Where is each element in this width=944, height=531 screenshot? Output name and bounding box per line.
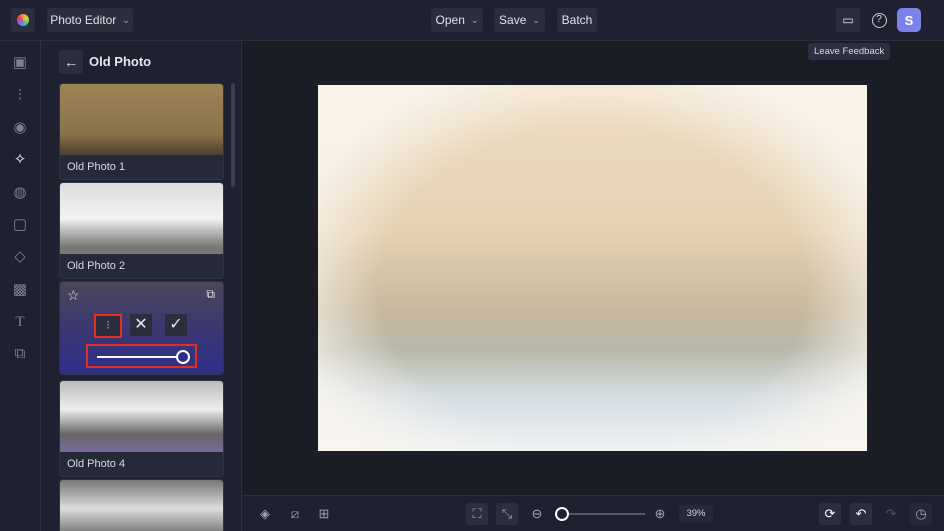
effects-icon[interactable]: ✧ bbox=[10, 150, 30, 170]
arrow-left-icon: ← bbox=[64, 54, 78, 70]
undo-icon[interactable]: ↶ bbox=[850, 503, 872, 525]
effect-card[interactable]: Old Photo 4 bbox=[59, 380, 224, 477]
edited-photo[interactable] bbox=[318, 85, 867, 451]
adjustments-icon[interactable]: ⫶ bbox=[10, 86, 30, 106]
effect-thumbnail bbox=[60, 183, 223, 254]
image-icon[interactable]: ▣ bbox=[10, 53, 30, 73]
back-button[interactable]: ← bbox=[59, 50, 83, 74]
avatar-initial: S bbox=[904, 12, 914, 28]
slider-thumb[interactable] bbox=[176, 350, 190, 364]
save-button[interactable]: Save ⌄ bbox=[494, 8, 545, 32]
effect-thumbnail bbox=[60, 480, 223, 531]
zoom-out-icon[interactable]: ⊖ bbox=[526, 503, 548, 525]
effect-label: Old Photo 1 bbox=[67, 161, 126, 173]
close-icon: ✕ bbox=[134, 316, 148, 333]
overlay-icon[interactable]: ⧉ bbox=[10, 344, 30, 364]
open-button[interactable]: Open ⌄ bbox=[431, 8, 483, 32]
zoom-level[interactable]: 39% bbox=[679, 505, 713, 523]
palette-icon[interactable]: ◍ bbox=[10, 183, 30, 203]
duplicate-icon[interactable]: ⧉ bbox=[206, 287, 215, 302]
eye-icon[interactable]: ◉ bbox=[10, 118, 30, 138]
effect-card-selected[interactable]: ☆ ⧉ ⫶ ✕ ✓ bbox=[59, 281, 224, 375]
app-menu-button[interactable]: Photo Editor ⌄ bbox=[47, 8, 133, 32]
frame-icon[interactable]: ▢ bbox=[10, 215, 30, 235]
apply-button[interactable]: ✓ bbox=[165, 314, 187, 336]
chevron-down-icon: ⌄ bbox=[532, 14, 540, 25]
redo-icon[interactable]: ↷ bbox=[880, 503, 902, 525]
effect-card[interactable]: Old Photo 2 bbox=[59, 182, 224, 279]
check-icon: ✓ bbox=[169, 316, 183, 333]
grid-icon[interactable]: ⊞ bbox=[313, 503, 335, 525]
batch-button[interactable]: Batch bbox=[557, 8, 597, 32]
help-icon: ? bbox=[871, 12, 887, 28]
effect-label: Old Photo 4 bbox=[67, 458, 126, 470]
effect-card[interactable]: Old Photo 1 bbox=[59, 83, 224, 180]
tooltip: Leave Feedback bbox=[808, 43, 891, 60]
panel-title: Old Photo bbox=[89, 54, 152, 69]
save-label: Save bbox=[499, 13, 527, 27]
chat-icon: ▭ bbox=[842, 13, 854, 27]
intensity-slider[interactable] bbox=[86, 344, 197, 368]
adjust-settings-button[interactable]: ⫶ bbox=[94, 314, 122, 338]
texture-icon[interactable]: ▩ bbox=[10, 280, 30, 300]
fit-screen-icon[interactable]: ⛶ bbox=[466, 503, 488, 525]
reset-icon[interactable]: ⟳ bbox=[819, 503, 841, 525]
cancel-button[interactable]: ✕ bbox=[130, 314, 152, 336]
avatar[interactable]: S bbox=[897, 8, 921, 32]
bottom-toolbar: ◈ ⧄ ⊞ ⛶ ⤡ ⊖ ⊕ 39% ⟳ ↶ ↷ ◷ bbox=[242, 495, 944, 531]
batch-label: Batch bbox=[561, 13, 593, 27]
top-bar: Photo Editor ⌄ Open ⌄ Save ⌄ Batch ▭ ? S bbox=[0, 0, 944, 41]
effect-thumbnail bbox=[60, 84, 223, 155]
chevron-down-icon: ⌄ bbox=[122, 14, 130, 25]
text-icon[interactable]: T bbox=[10, 312, 30, 332]
sliders-icon: ⫶ bbox=[106, 320, 110, 332]
effects-panel: ← Old Photo Old Photo 1 Old Photo 2 ☆ ⧉ … bbox=[41, 41, 242, 531]
feedback-button[interactable]: ▭ bbox=[836, 8, 860, 32]
tool-rail: ▣ ⫶ ◉ ✧ ◍ ▢ ◇ ▩ T ⧉ bbox=[0, 41, 41, 531]
shapes-icon[interactable]: ◇ bbox=[10, 247, 30, 267]
zoom-in-icon[interactable]: ⊕ bbox=[649, 503, 671, 525]
open-label: Open bbox=[435, 13, 465, 27]
layers-icon[interactable]: ◈ bbox=[254, 503, 276, 525]
chevron-down-icon: ⌄ bbox=[470, 14, 479, 25]
scrollbar[interactable] bbox=[231, 83, 235, 187]
logo-icon bbox=[17, 14, 29, 26]
effect-thumbnail bbox=[60, 381, 223, 452]
star-icon[interactable]: ☆ bbox=[67, 287, 80, 304]
actual-size-icon[interactable]: ⤡ bbox=[496, 503, 518, 525]
effect-card[interactable] bbox=[59, 479, 224, 531]
compare-icon[interactable]: ⧄ bbox=[284, 503, 306, 525]
history-icon[interactable]: ◷ bbox=[910, 503, 932, 525]
app-logo[interactable] bbox=[11, 8, 35, 32]
app-menu-label: Photo Editor bbox=[50, 13, 117, 27]
help-button[interactable]: ? bbox=[867, 8, 891, 32]
zoom-slider-thumb[interactable] bbox=[555, 507, 569, 521]
effect-label: Old Photo 2 bbox=[67, 260, 126, 272]
